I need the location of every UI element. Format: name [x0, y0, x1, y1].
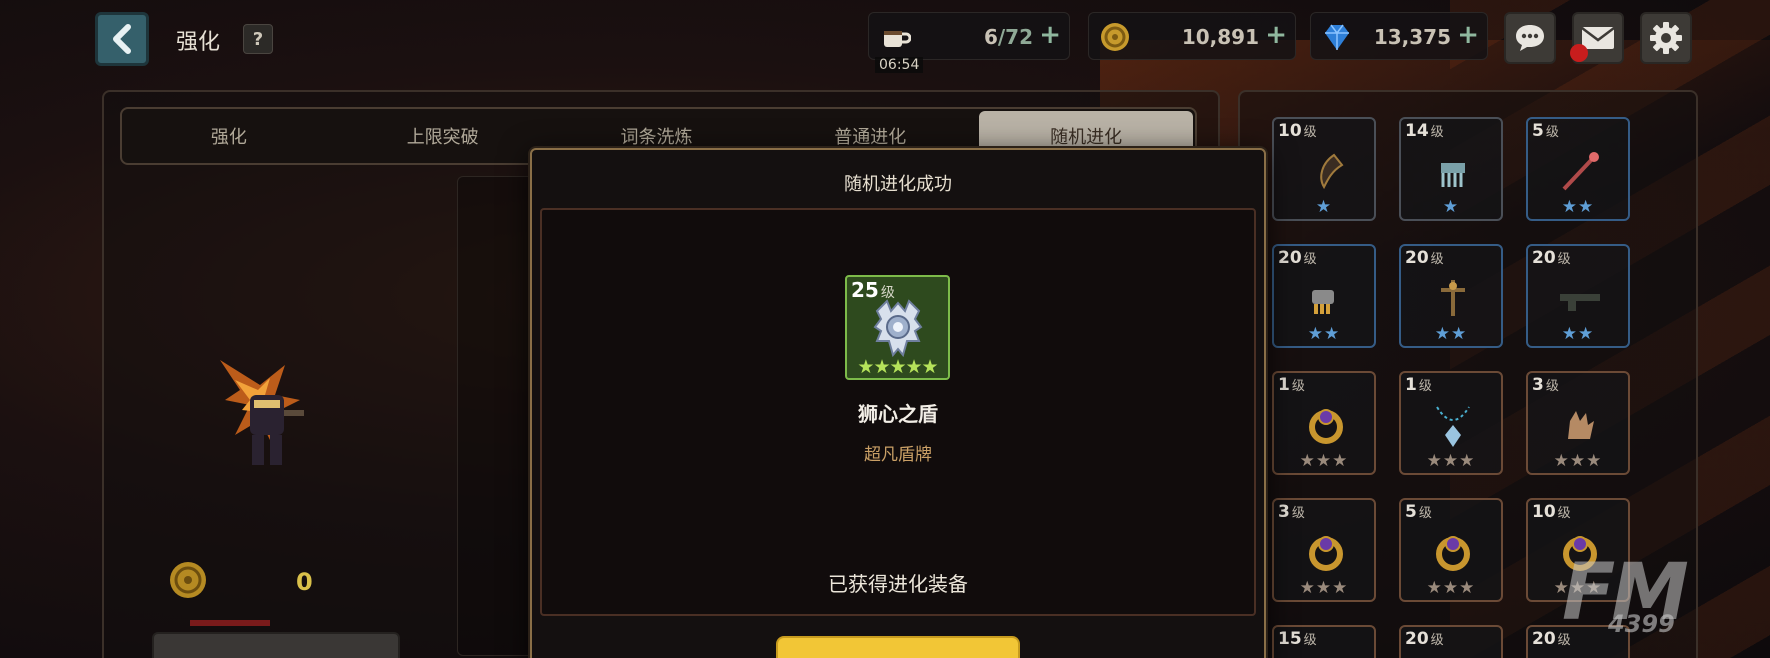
cost-value: 0 — [296, 568, 313, 596]
gold-value: 10,891 — [1181, 25, 1259, 49]
inventory-slot[interactable]: 5 级 ★★ — [1526, 117, 1630, 221]
stamina-plus-button[interactable]: + — [1039, 22, 1061, 48]
slot-stars: ★★ — [1561, 324, 1595, 344]
inventory-slot[interactable]: 1 级 ★★★ — [1272, 371, 1376, 475]
slot-level: 20 级 — [1532, 248, 1571, 268]
confirm-button[interactable] — [776, 636, 1020, 658]
slot-level: 1级 — [1405, 375, 1432, 395]
inventory-slot[interactable]: 20 级 ★★ — [1399, 244, 1503, 348]
inventory-slot[interactable]: 20 级 ★★ — [1526, 244, 1630, 348]
action-button[interactable] — [152, 632, 400, 658]
ring-icon — [1309, 536, 1343, 571]
tab-enhance[interactable]: 强化 — [122, 109, 336, 163]
chat-button[interactable] — [1504, 12, 1556, 64]
claw-icon — [1441, 163, 1465, 187]
slot-stars: ★★ — [1307, 324, 1341, 344]
slot-stars: ★★ — [1561, 197, 1595, 217]
slot-stars: ★★★ — [1553, 451, 1603, 471]
hero-character — [220, 360, 304, 465]
rifle-icon — [1560, 294, 1600, 311]
tab-limit-break[interactable]: 上限突破 — [336, 109, 550, 163]
scythe-icon — [1320, 153, 1344, 190]
inventory-slot[interactable]: 20 级 — [1399, 625, 1503, 658]
inventory-slot[interactable]: 20 级 ★★ — [1272, 244, 1376, 348]
slot-level: 20 级 — [1405, 629, 1444, 649]
glove-icon — [1568, 411, 1594, 439]
gem-plus-button[interactable]: + — [1457, 22, 1479, 48]
item-stars: ★★★★★ — [857, 356, 938, 378]
gold-plus-button[interactable]: + — [1265, 22, 1287, 48]
necklace-icon — [1436, 406, 1470, 447]
slot-level: 10 级 — [1278, 121, 1317, 141]
obtained-message: 已获得进化装备 — [828, 572, 968, 596]
ring-icon — [1309, 409, 1343, 444]
item-name: 狮心之盾 — [858, 402, 938, 426]
inventory-slot[interactable]: 14 级 ★ — [1399, 117, 1503, 221]
evolved-item-card[interactable]: 25 级 ★★★★★ — [845, 275, 950, 380]
inventory-slot[interactable]: 15 级 — [1272, 625, 1376, 658]
gold-coin-icon — [170, 562, 206, 598]
slot-level: 10 级 — [1532, 502, 1571, 522]
staff-icon — [1562, 152, 1599, 191]
progress-bar — [190, 620, 270, 626]
ring-icon — [1436, 536, 1470, 571]
gauntlet-icon — [1312, 290, 1334, 314]
gem-counter: 13,375 + — [1310, 12, 1488, 60]
slot-stars: ★★ — [1434, 324, 1468, 344]
crossbow-icon — [1441, 280, 1465, 316]
chat-bubble-icon — [1516, 25, 1544, 51]
slot-level: 5级 — [1532, 121, 1559, 141]
inventory-slot[interactable]: 3 级 ★★★ — [1526, 371, 1630, 475]
slot-stars: ★ — [1315, 197, 1333, 217]
slot-level: 5级 — [1405, 502, 1432, 522]
stamina-counter: 6/72 + 06:54 — [868, 12, 1070, 73]
slot-level: 20 级 — [1405, 248, 1444, 268]
gold-counter: 10,891 + — [1088, 12, 1296, 60]
stamina-value: 6/72 — [983, 25, 1033, 49]
slot-level: 3级 — [1532, 375, 1559, 395]
back-button[interactable] — [95, 12, 149, 66]
chevron-left-icon — [113, 24, 131, 54]
inventory-slot[interactable]: 3 级 ★★★ — [1272, 498, 1376, 602]
inventory-slot[interactable]: 5 级 ★★★ — [1399, 498, 1503, 602]
slot-stars: ★★★ — [1299, 578, 1349, 598]
slot-stars: ★ — [1442, 197, 1460, 217]
slot-level: 3级 — [1278, 502, 1305, 522]
inventory-slot[interactable]: 1 级 ★★★ — [1399, 371, 1503, 475]
page-title: 强化 — [176, 30, 221, 55]
slot-stars: ★★★ — [1299, 451, 1349, 471]
slot-level: 20 级 — [1278, 248, 1317, 268]
diamond-icon — [1325, 24, 1349, 50]
gem-value: 13,375 — [1373, 25, 1451, 49]
slot-stars: ★★★ — [1426, 578, 1476, 598]
item-type: 超凡盾牌 — [864, 445, 932, 465]
dialog-title: 随机进化成功 — [844, 174, 952, 195]
stamina-timer: 06:54 — [875, 57, 924, 73]
inventory-slot[interactable]: 10 级 ★ — [1272, 117, 1376, 221]
gear-icon — [1650, 22, 1682, 54]
notification-dot — [1570, 44, 1588, 62]
settings-button[interactable] — [1640, 12, 1692, 64]
coffee-cup-icon — [884, 31, 911, 47]
watermark-sub: 4399 — [1608, 610, 1675, 638]
slot-level: 14 级 — [1405, 121, 1444, 141]
slot-level: 1级 — [1278, 375, 1305, 395]
gold-coin-icon — [1101, 23, 1129, 51]
slot-stars: ★★★ — [1426, 451, 1476, 471]
shield-icon — [873, 299, 923, 358]
help-button[interactable]: ? — [243, 24, 273, 54]
slot-level: 15 级 — [1278, 629, 1317, 649]
